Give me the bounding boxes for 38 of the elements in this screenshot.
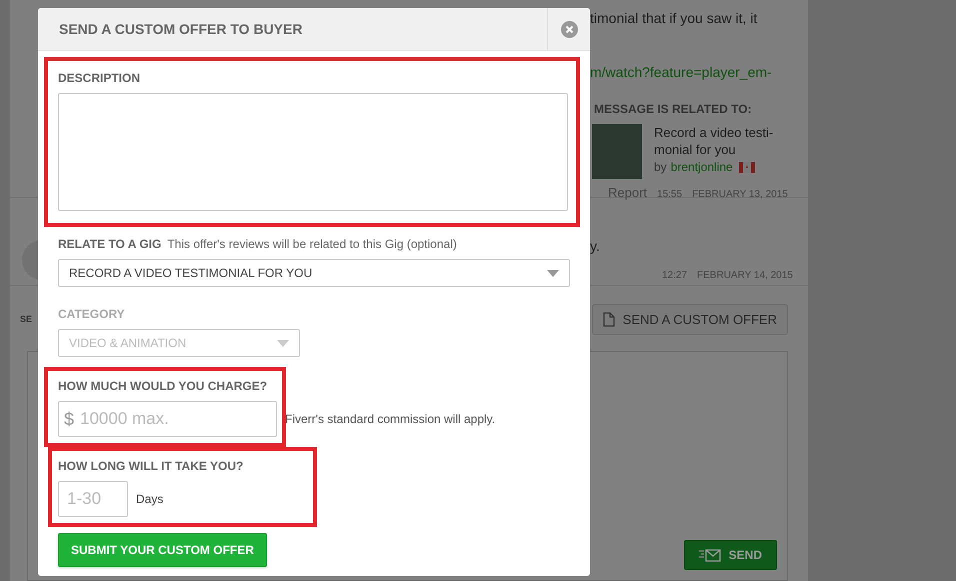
send-button[interactable]: SEND: [684, 540, 777, 570]
message-time: 15:55: [657, 189, 682, 200]
field-label: RELATE TO A GIG: [58, 237, 162, 251]
photo-placeholder: [592, 124, 642, 179]
currency-symbol: $: [64, 409, 74, 430]
by-label: by: [654, 160, 667, 174]
flag-icon: [738, 162, 755, 174]
field-label: CATEGORY: [58, 307, 125, 321]
reply-label: SE: [20, 314, 32, 324]
submit-offer-button[interactable]: SUBMIT YOUR CUSTOM OFFER: [58, 533, 267, 567]
envelope-icon: [698, 548, 721, 562]
message-time: 12:27: [662, 270, 688, 281]
seller-link[interactable]: brentjonline: [670, 160, 733, 174]
message-text: y.: [590, 238, 601, 254]
dialog-title: SEND A CUSTOM OFFER TO BUYER: [58, 21, 304, 37]
gig-title[interactable]: Record a video testi-: [654, 124, 774, 141]
related-heading: MESSAGE IS RELATED TO:: [594, 102, 753, 116]
caret-icon: [547, 270, 559, 276]
days-unit: Days: [136, 492, 164, 506]
gig-title[interactable]: monial for you: [654, 141, 774, 158]
dropdown: VIDEO & ANIMATION: [58, 329, 300, 357]
days-field[interactable]: 1-30: [58, 481, 128, 517]
message-date: FEBRUARY 14, 2015: [697, 270, 793, 281]
field-hint: This offer's reviews will be related to this Gig (optional): [167, 237, 457, 251]
message-text: timonial that if you saw it, it: [590, 10, 758, 26]
document-icon: [602, 312, 615, 327]
caret-icon: [277, 340, 289, 346]
field-label: HOW LONG WILL IT TAKE YOU?: [58, 459, 244, 473]
commission-note: Fiverr's standard commission will apply.: [285, 412, 496, 426]
message-date: FEBRUARY 13, 2015: [692, 189, 788, 200]
message-link[interactable]: m/watch?feature=player_em-: [590, 64, 808, 80]
description-field[interactable]: [58, 93, 568, 211]
report-link[interactable]: Report: [608, 185, 648, 200]
field-label: HOW MUCH WOULD YOU CHARGE?: [58, 379, 268, 393]
send-custom-offer-button[interactable]: SEND A CUSTOM OFFER: [592, 304, 788, 335]
dropdown[interactable]: RECORD A VIDEO TESTIMONIAL FOR YOU: [58, 259, 570, 287]
close-icon[interactable]: [560, 20, 578, 38]
field-label: DESCRIPTION: [58, 71, 140, 85]
